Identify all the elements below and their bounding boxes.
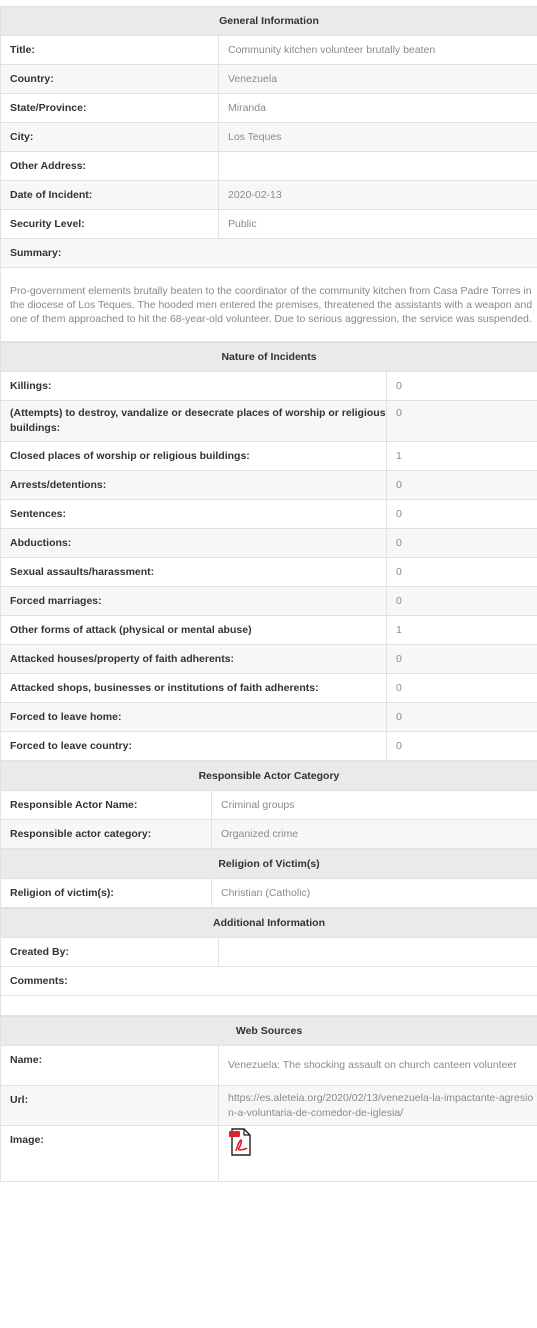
closed-places-label: Closed places of worship or religious bu…: [1, 442, 387, 471]
general-information-table: General Information Title:Community kitc…: [0, 6, 537, 342]
date-value: 2020-02-13: [219, 181, 537, 210]
title-value: Community kitchen volunteer brutally bea…: [219, 36, 537, 65]
source-image-cell: [219, 1126, 537, 1182]
religion-table: Religion of Victim(s) Religion of victim…: [0, 849, 537, 908]
state-value: Miranda: [219, 94, 537, 123]
actor-category-label: Responsible actor category:: [1, 820, 212, 849]
religion-value: Christian (Catholic): [212, 879, 537, 908]
created-by-label: Created By:: [1, 938, 219, 967]
pdf-file-icon[interactable]: [228, 1128, 253, 1156]
security-level-value: Public: [219, 210, 537, 239]
worship-attacks-label: (Attempts) to destroy, vandalize or dese…: [1, 401, 387, 442]
nature-of-incidents-table: Nature of Incidents Killings:0 (Attempts…: [0, 342, 537, 761]
forced-leave-home-value: 0: [387, 703, 537, 732]
religion-header: Religion of Victim(s): [1, 850, 537, 879]
source-name-label: Name:: [1, 1046, 219, 1086]
source-url-link[interactable]: https://es.aleteia.org/2020/02/13/venezu…: [219, 1086, 537, 1126]
actor-category-value: Organized crime: [212, 820, 537, 849]
forced-marriages-label: Forced marriages:: [1, 587, 387, 616]
comments-label: Comments:: [1, 967, 537, 996]
sexual-assaults-value: 0: [387, 558, 537, 587]
forced-leave-country-value: 0: [387, 732, 537, 761]
religion-label: Religion of victim(s):: [1, 879, 212, 908]
title-label: Title:: [1, 36, 219, 65]
forced-leave-country-label: Forced to leave country:: [1, 732, 387, 761]
web-sources-table: Web Sources Name:Venezuela: The shocking…: [0, 1016, 537, 1182]
other-attacks-label: Other forms of attack (physical or menta…: [1, 616, 387, 645]
date-label: Date of Incident:: [1, 181, 219, 210]
sexual-assaults-label: Sexual assaults/harassment:: [1, 558, 387, 587]
state-label: State/Province:: [1, 94, 219, 123]
country-value: Venezuela: [219, 65, 537, 94]
country-label: Country:: [1, 65, 219, 94]
arrests-label: Arrests/detentions:: [1, 471, 387, 500]
attacked-houses-label: Attacked houses/property of faith adhere…: [1, 645, 387, 674]
web-sources-header: Web Sources: [1, 1017, 537, 1046]
additional-information-table: Additional Information Created By: Comme…: [0, 908, 537, 1016]
other-address-label: Other Address:: [1, 152, 219, 181]
additional-information-header: Additional Information: [1, 909, 537, 938]
attacked-shops-value: 0: [387, 674, 537, 703]
closed-places-value: 1: [387, 442, 537, 471]
city-value: Los Teques: [219, 123, 537, 152]
sentences-label: Sentences:: [1, 500, 387, 529]
killings-label: Killings:: [1, 372, 387, 401]
actor-name-label: Responsible Actor Name:: [1, 791, 212, 820]
general-information-header: General Information: [1, 7, 537, 36]
created-by-value: [219, 938, 537, 967]
incident-report: General Information Title:Community kitc…: [0, 6, 537, 1182]
nature-of-incidents-header: Nature of Incidents: [1, 343, 537, 372]
abductions-label: Abductions:: [1, 529, 387, 558]
responsible-actor-table: Responsible Actor Category Responsible A…: [0, 761, 537, 849]
killings-value: 0: [387, 372, 537, 401]
attacked-shops-label: Attacked shops, businesses or institutio…: [1, 674, 387, 703]
arrests-value: 0: [387, 471, 537, 500]
forced-marriages-value: 0: [387, 587, 537, 616]
sentences-value: 0: [387, 500, 537, 529]
forced-leave-home-label: Forced to leave home:: [1, 703, 387, 732]
worship-attacks-value: 0: [387, 401, 537, 442]
summary-text: Pro-government elements brutally beaten …: [1, 268, 537, 342]
attacked-houses-value: 0: [387, 645, 537, 674]
comments-value: [1, 996, 537, 1016]
summary-label: Summary:: [1, 239, 537, 268]
abductions-value: 0: [387, 529, 537, 558]
source-url-label: Url:: [1, 1086, 219, 1126]
other-attacks-value: 1: [387, 616, 537, 645]
source-name-value: Venezuela: The shocking assault on churc…: [219, 1046, 537, 1086]
responsible-actor-header: Responsible Actor Category: [1, 762, 537, 791]
source-image-label: Image:: [1, 1126, 219, 1182]
security-level-label: Security Level:: [1, 210, 219, 239]
actor-name-value: Criminal groups: [212, 791, 537, 820]
other-address-value: [219, 152, 537, 181]
city-label: City:: [1, 123, 219, 152]
